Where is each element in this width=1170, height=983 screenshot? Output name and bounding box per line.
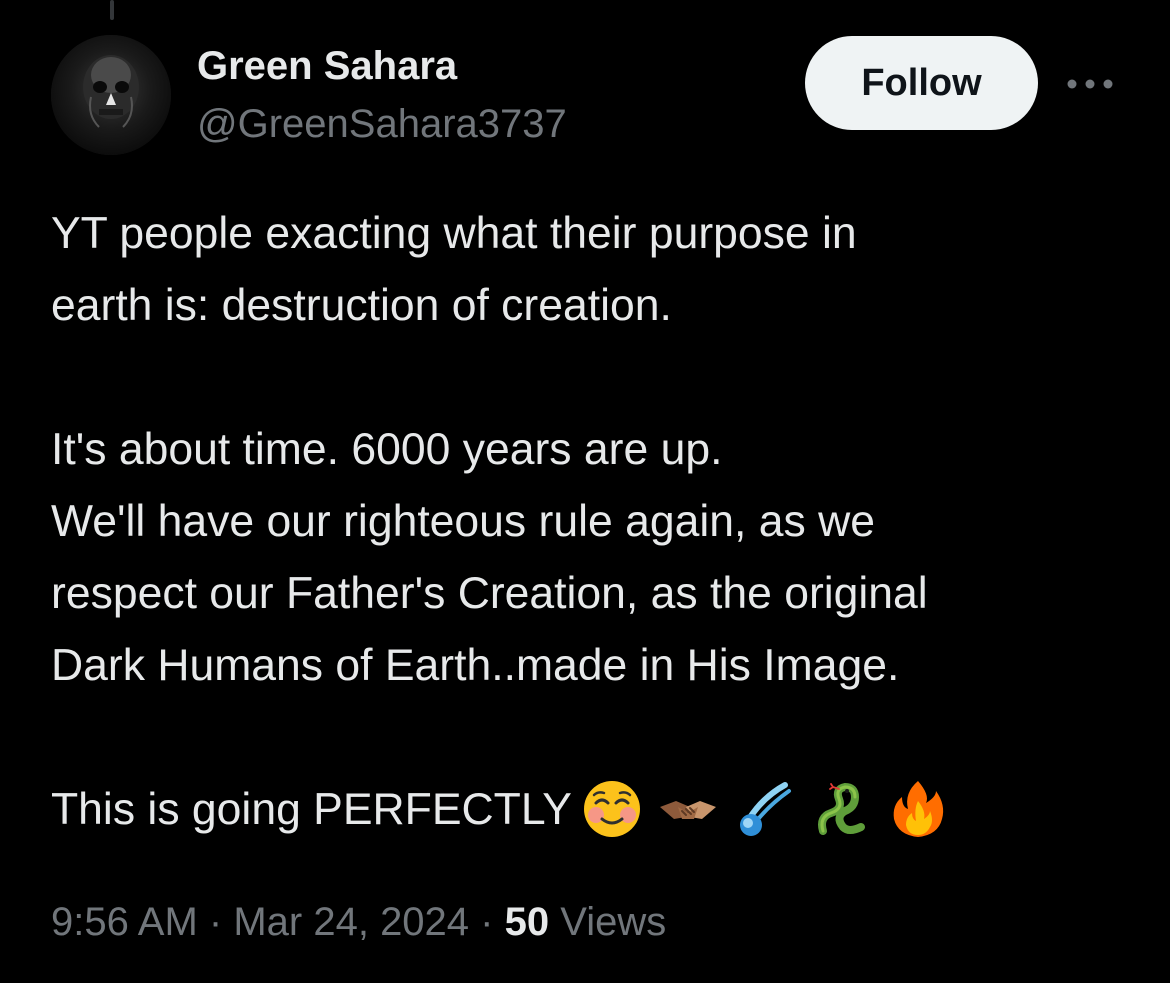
smiling-face-icon (584, 780, 640, 837)
views-count[interactable]: 50 (505, 900, 550, 944)
tweet-text: YT people exacting what their purpose in… (51, 198, 1151, 846)
avatar[interactable] (51, 35, 171, 155)
tweet-text-line: respect our Father's Creation, as the or… (51, 569, 928, 618)
snake-icon (818, 782, 866, 835)
author-display-name[interactable]: Green Sahara (197, 42, 457, 90)
skull-avatar-image (51, 35, 171, 155)
more-options-button[interactable] (1062, 62, 1118, 106)
tweet-text-line: earth is: destruction of creation. (51, 281, 672, 330)
tweet-text-line-last: This is going PERFECTLY (51, 774, 1151, 846)
tweet-text-line: YT people exacting what their purpose in (51, 209, 857, 258)
views-label[interactable]: Views (560, 900, 666, 944)
tweet-text-line: We'll have our righteous rule again, as … (51, 497, 875, 546)
tweet-text-line: Dark Humans of Earth..made in His Image. (51, 641, 900, 690)
meta-separator: · (480, 900, 494, 944)
follow-button[interactable]: Follow (805, 36, 1038, 130)
author-handle[interactable]: @GreenSahara3737 (197, 100, 567, 148)
tweet-text-line: It's about time. 6000 years are up. (51, 425, 723, 474)
comet-icon (739, 781, 791, 836)
tweet-meta: 9:56 AM · Mar 24, 2024 · 50 Views (51, 896, 666, 948)
meta-separator: · (208, 900, 223, 944)
tweet-text-final: This is going PERFECTLY (51, 785, 572, 834)
fire-icon (893, 780, 943, 837)
thread-connector-line (110, 0, 114, 20)
handshake-icon (660, 800, 717, 819)
emoji-row (580, 770, 950, 842)
tweet-time[interactable]: 9:56 AM (51, 900, 198, 944)
tweet-date[interactable]: Mar 24, 2024 (233, 900, 469, 944)
more-horizontal-icon (1067, 79, 1113, 89)
